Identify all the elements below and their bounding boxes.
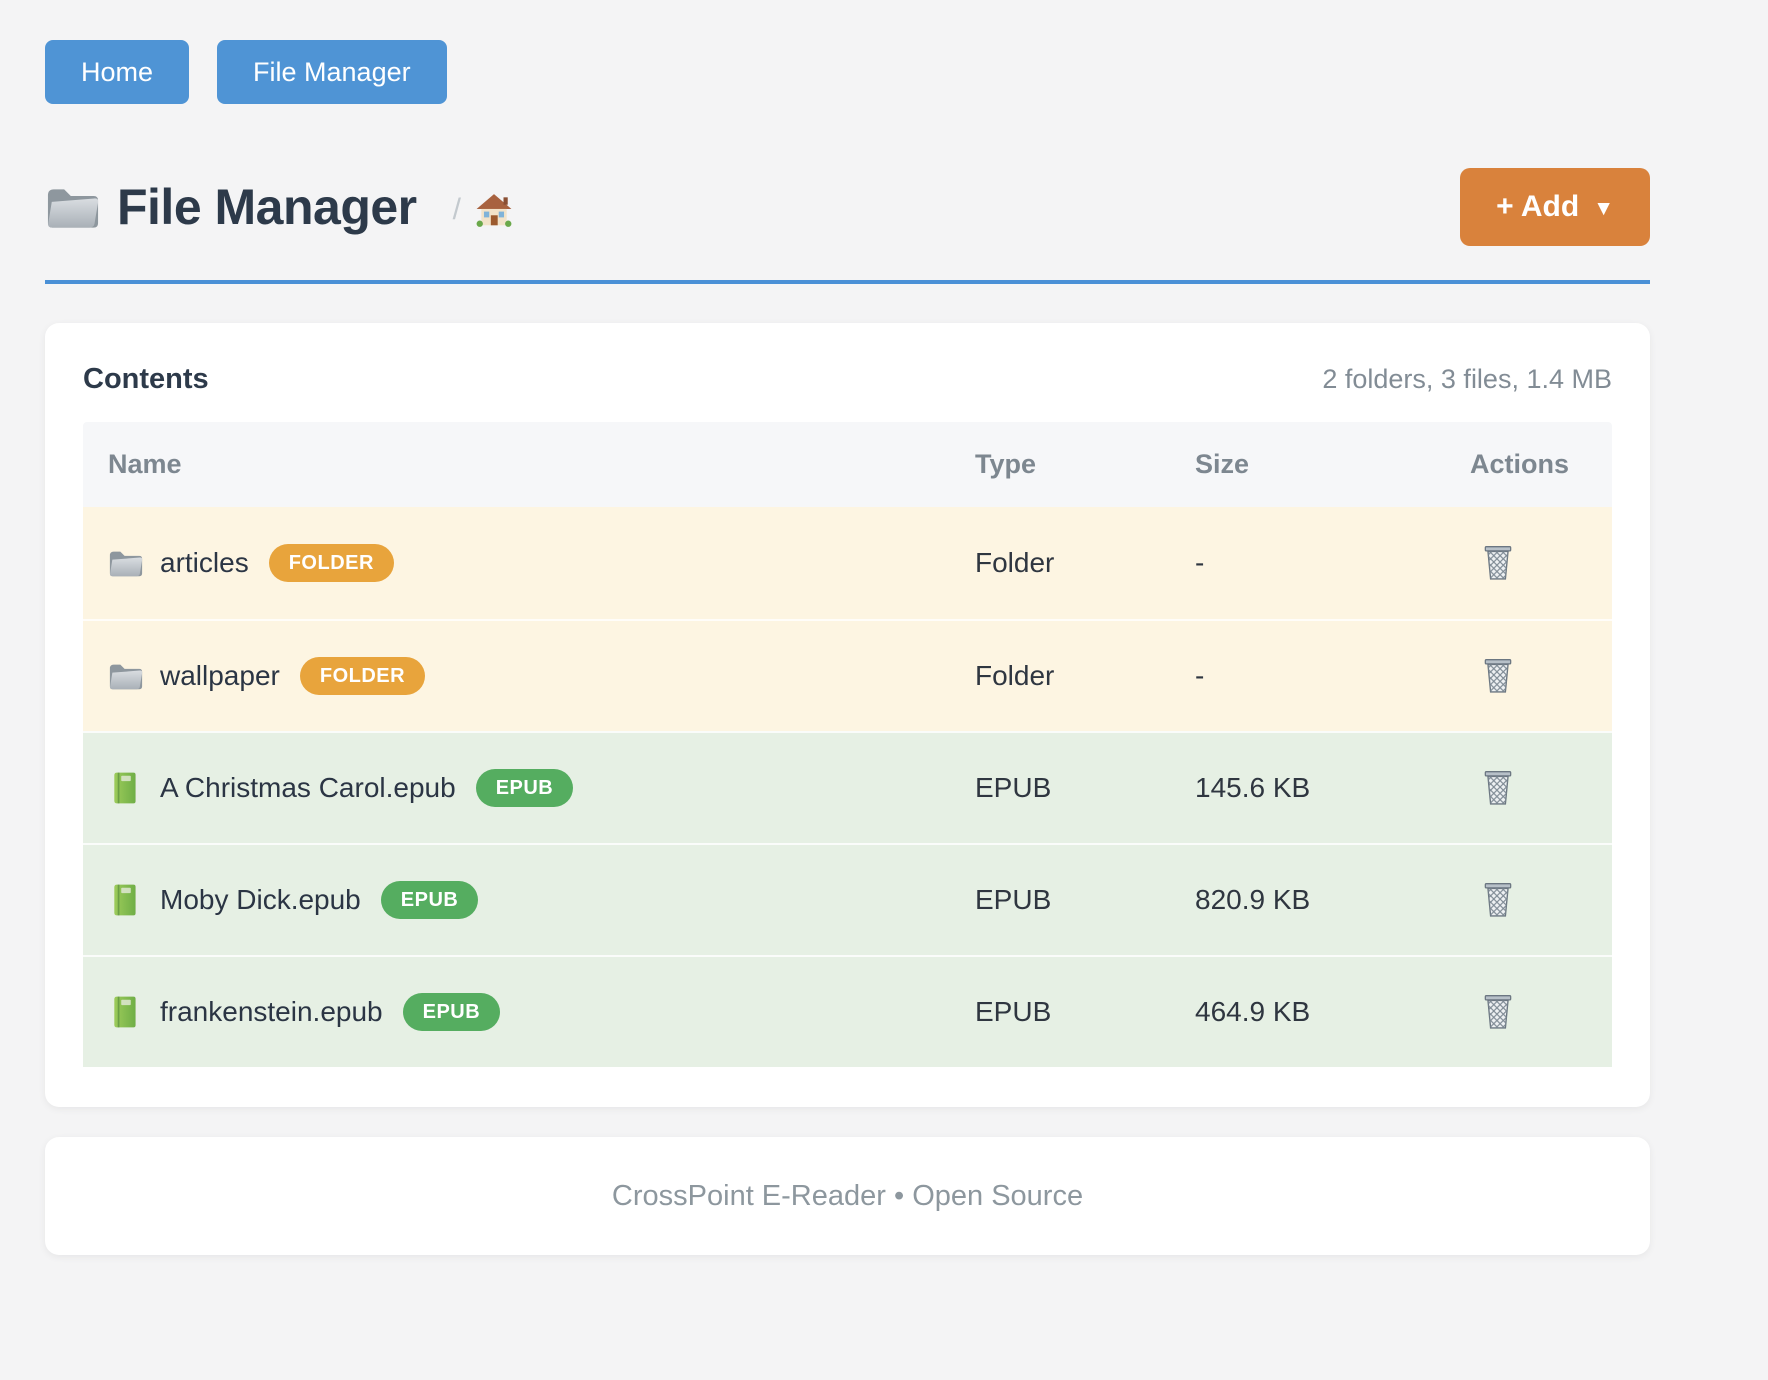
delete-button[interactable] <box>1476 539 1520 585</box>
trash-icon <box>1480 880 1516 918</box>
file-size: - <box>1195 619 1450 731</box>
add-button-label: + Add <box>1496 192 1579 222</box>
delete-button[interactable] <box>1476 988 1520 1034</box>
caret-down-icon: ▼ <box>1593 198 1614 219</box>
title-group: File Manager / <box>45 178 513 236</box>
file-type: EPUB <box>975 731 1195 843</box>
home-button[interactable]: Home <box>45 40 189 104</box>
file-manager-page: Home File Manager File Manager / + Add <box>0 0 1768 1255</box>
file-table-body: articles FOLDER Folder - <box>83 507 1612 1067</box>
table-row: frankenstein.epub EPUB EPUB 464.9 KB <box>83 955 1612 1067</box>
add-button[interactable]: + Add ▼ <box>1460 168 1650 246</box>
type-badge: FOLDER <box>300 657 425 695</box>
column-header-name: Name <box>83 422 975 507</box>
file-type: EPUB <box>975 843 1195 955</box>
file-type: EPUB <box>975 955 1195 1067</box>
table-row: wallpaper FOLDER Folder - <box>83 619 1612 731</box>
trash-icon <box>1480 543 1516 581</box>
title-divider <box>45 280 1650 284</box>
file-size: - <box>1195 507 1450 619</box>
folder-icon <box>108 659 144 693</box>
table-row: A Christmas Carol.epub EPUB EPUB 145.6 K… <box>83 731 1612 843</box>
file-name[interactable]: articles <box>160 547 249 579</box>
type-badge: FOLDER <box>269 544 394 582</box>
column-header-actions: Actions <box>1450 422 1612 507</box>
table-row: articles FOLDER Folder - <box>83 507 1612 619</box>
trash-icon <box>1480 656 1516 694</box>
top-nav: Home File Manager <box>45 40 1650 104</box>
file-table: Name Type Size Actions ar <box>83 422 1612 1067</box>
file-type: Folder <box>975 619 1195 731</box>
column-header-size: Size <box>1195 422 1450 507</box>
file-table-header: Name Type Size Actions <box>83 422 1612 507</box>
contents-card: Contents 2 folders, 3 files, 1.4 MB Name… <box>45 323 1650 1107</box>
page-title: File Manager <box>117 178 417 236</box>
file-size: 145.6 KB <box>1195 731 1450 843</box>
file-name[interactable]: frankenstein.epub <box>160 996 383 1028</box>
book-icon <box>108 771 144 805</box>
delete-button[interactable] <box>1476 764 1520 810</box>
footer-text: CrossPoint E-Reader • Open Source <box>612 1180 1083 1213</box>
contents-card-header: Contents 2 folders, 3 files, 1.4 MB <box>83 363 1612 396</box>
home-icon[interactable] <box>475 192 513 228</box>
file-type: Folder <box>975 507 1195 619</box>
book-icon <box>108 883 144 917</box>
file-size: 820.9 KB <box>1195 843 1450 955</box>
breadcrumb-separator: / <box>453 193 461 227</box>
type-badge: EPUB <box>381 881 479 919</box>
folder-icon <box>108 546 144 580</box>
file-size: 464.9 KB <box>1195 955 1450 1067</box>
type-badge: EPUB <box>476 769 574 807</box>
table-row: Moby Dick.epub EPUB EPUB 820.9 KB <box>83 843 1612 955</box>
file-name[interactable]: wallpaper <box>160 660 280 692</box>
contents-summary: 2 folders, 3 files, 1.4 MB <box>1322 364 1612 395</box>
delete-button[interactable] <box>1476 876 1520 922</box>
trash-icon <box>1480 768 1516 806</box>
footer-card: CrossPoint E-Reader • Open Source <box>45 1137 1650 1255</box>
type-badge: EPUB <box>403 993 501 1031</box>
file-name[interactable]: Moby Dick.epub <box>160 884 361 916</box>
contents-heading: Contents <box>83 363 209 396</box>
delete-button[interactable] <box>1476 652 1520 698</box>
file-manager-button[interactable]: File Manager <box>217 40 447 104</box>
page-header: File Manager / + Add ▼ <box>45 168 1650 246</box>
folder-icon <box>45 183 101 231</box>
trash-icon <box>1480 992 1516 1030</box>
column-header-type: Type <box>975 422 1195 507</box>
file-name[interactable]: A Christmas Carol.epub <box>160 772 456 804</box>
book-icon <box>108 995 144 1029</box>
